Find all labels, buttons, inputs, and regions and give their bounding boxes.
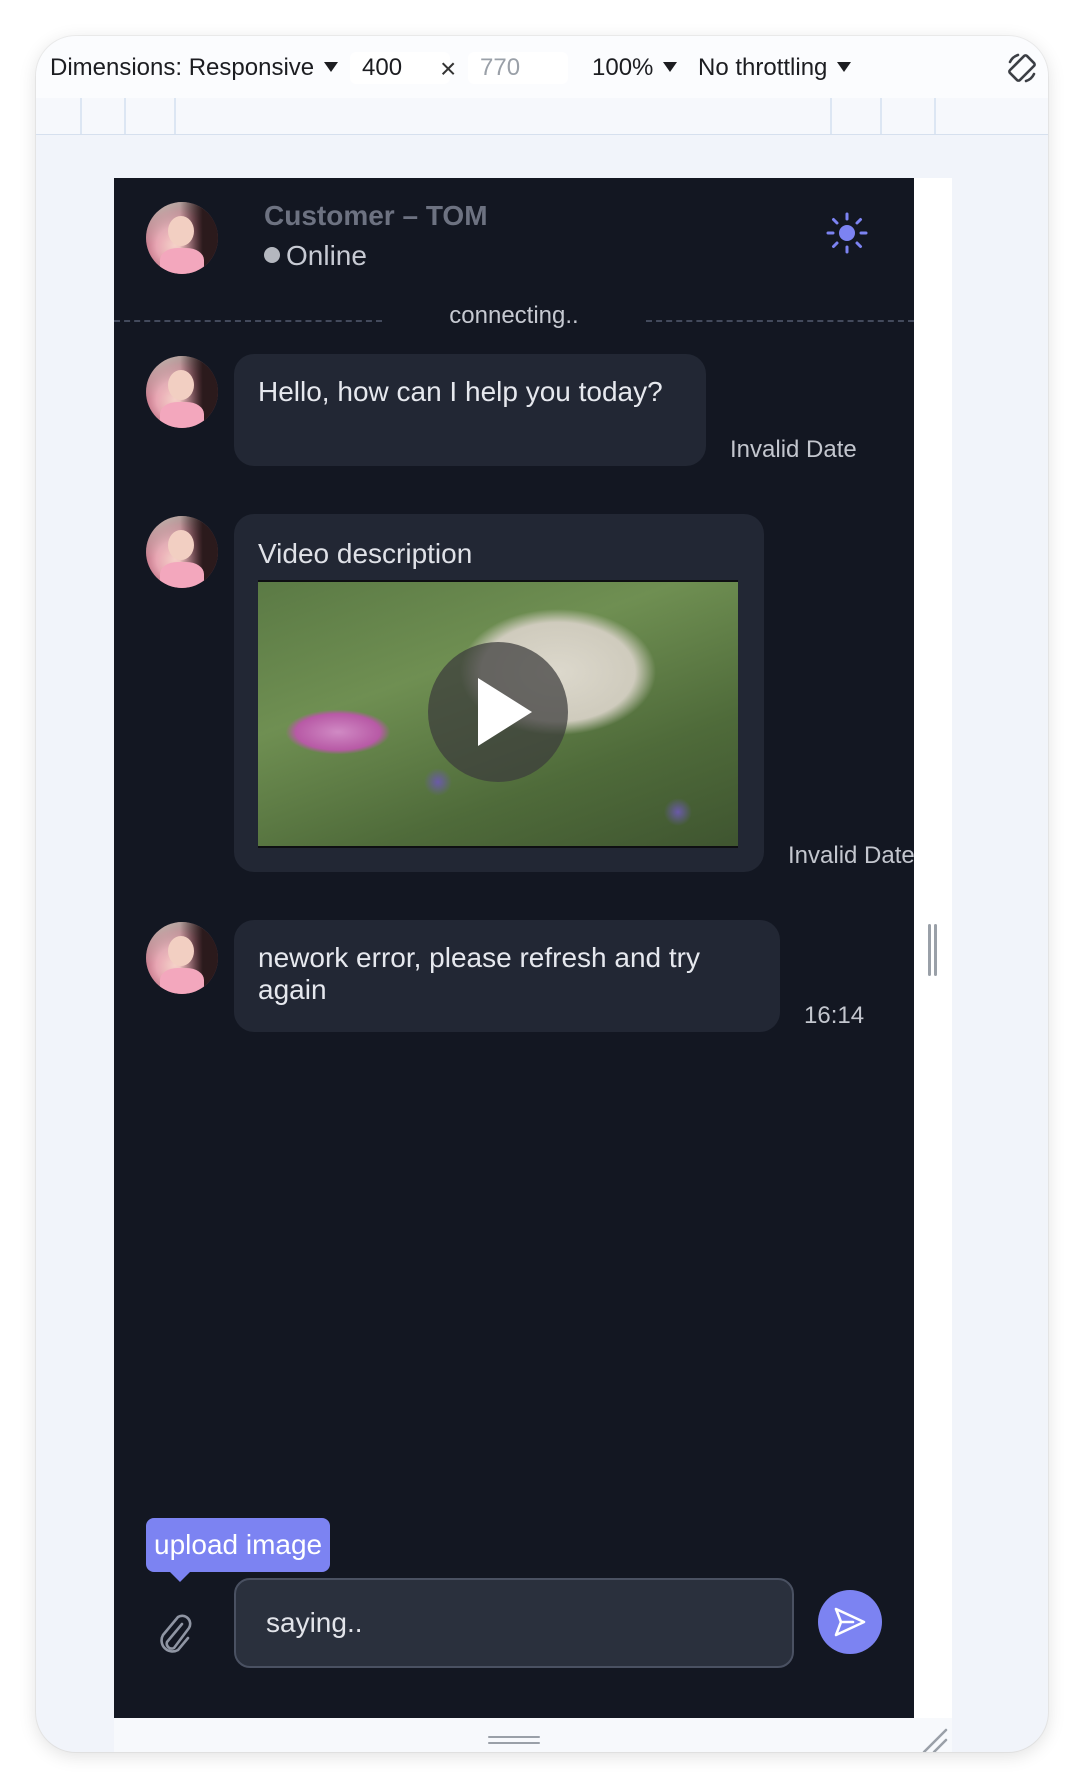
video-player[interactable] bbox=[258, 580, 738, 848]
chevron-down-icon bbox=[837, 62, 852, 72]
bottom-resize-handle[interactable] bbox=[488, 1736, 540, 1746]
width-input[interactable]: 400 bbox=[350, 52, 450, 84]
browser-window: Dimensions: Responsive 400 × 770 100% No… bbox=[36, 36, 1048, 1752]
connection-status-row: connecting.. bbox=[114, 298, 914, 338]
upload-tooltip: upload image bbox=[146, 1518, 331, 1572]
rotate-icon[interactable] bbox=[1004, 50, 1040, 86]
dimensions-label: Dimensions: Responsive bbox=[50, 54, 315, 81]
side-resize-handle[interactable] bbox=[928, 924, 938, 976]
corner-resize-icon[interactable] bbox=[920, 1726, 948, 1752]
message-bubble: nework error, please refresh and try aga… bbox=[234, 920, 780, 1032]
chevron-down-icon bbox=[663, 62, 678, 72]
agent-avatar bbox=[146, 516, 218, 588]
tooltip-arrow bbox=[168, 1570, 192, 1582]
message-input[interactable] bbox=[234, 1578, 794, 1668]
height-input[interactable]: 770 bbox=[468, 52, 568, 84]
divider bbox=[646, 320, 914, 322]
chevron-down-icon bbox=[324, 62, 339, 72]
message-time: Invalid Date bbox=[788, 842, 914, 869]
message-time: Invalid Date bbox=[730, 436, 857, 463]
message-time: 16:14 bbox=[804, 1002, 865, 1029]
video-description: Video description bbox=[258, 538, 473, 569]
send-button[interactable] bbox=[818, 1590, 882, 1654]
connection-status: connecting.. bbox=[449, 302, 579, 329]
send-icon bbox=[834, 1607, 866, 1637]
agent-avatar bbox=[146, 922, 218, 994]
ruler bbox=[36, 98, 1048, 135]
play-button[interactable] bbox=[428, 642, 568, 782]
message-text: nework error, please refresh and try aga… bbox=[258, 942, 700, 1005]
message-bubble: Hello, how can I help you today? bbox=[234, 354, 706, 466]
device-bottom-bar bbox=[114, 1718, 952, 1752]
agent-avatar bbox=[146, 202, 218, 274]
video-message-bubble: Video description bbox=[234, 514, 764, 872]
chat-app: Customer – TOM Online connecting.. Hello… bbox=[114, 178, 914, 1718]
play-icon bbox=[478, 678, 532, 746]
zoom-dropdown[interactable]: 100% bbox=[592, 54, 678, 82]
status-label: Online bbox=[286, 240, 367, 271]
message-text: Hello, how can I help you today? bbox=[258, 376, 663, 407]
times-symbol: × bbox=[440, 53, 457, 84]
device-toolbar: Dimensions: Responsive 400 × 770 100% No… bbox=[36, 36, 1048, 99]
paperclip-icon[interactable] bbox=[154, 1610, 194, 1656]
zoom-label: 100% bbox=[592, 54, 654, 81]
throttling-dropdown[interactable]: No throttling bbox=[698, 54, 852, 82]
throttling-label: No throttling bbox=[698, 54, 828, 81]
customer-name: Customer – TOM bbox=[264, 200, 488, 231]
agent-avatar bbox=[146, 356, 218, 428]
online-status: Online bbox=[264, 240, 367, 272]
dimensions-dropdown[interactable]: Dimensions: Responsive bbox=[50, 54, 339, 82]
sun-icon[interactable] bbox=[826, 212, 868, 254]
status-dot-icon bbox=[264, 247, 280, 263]
